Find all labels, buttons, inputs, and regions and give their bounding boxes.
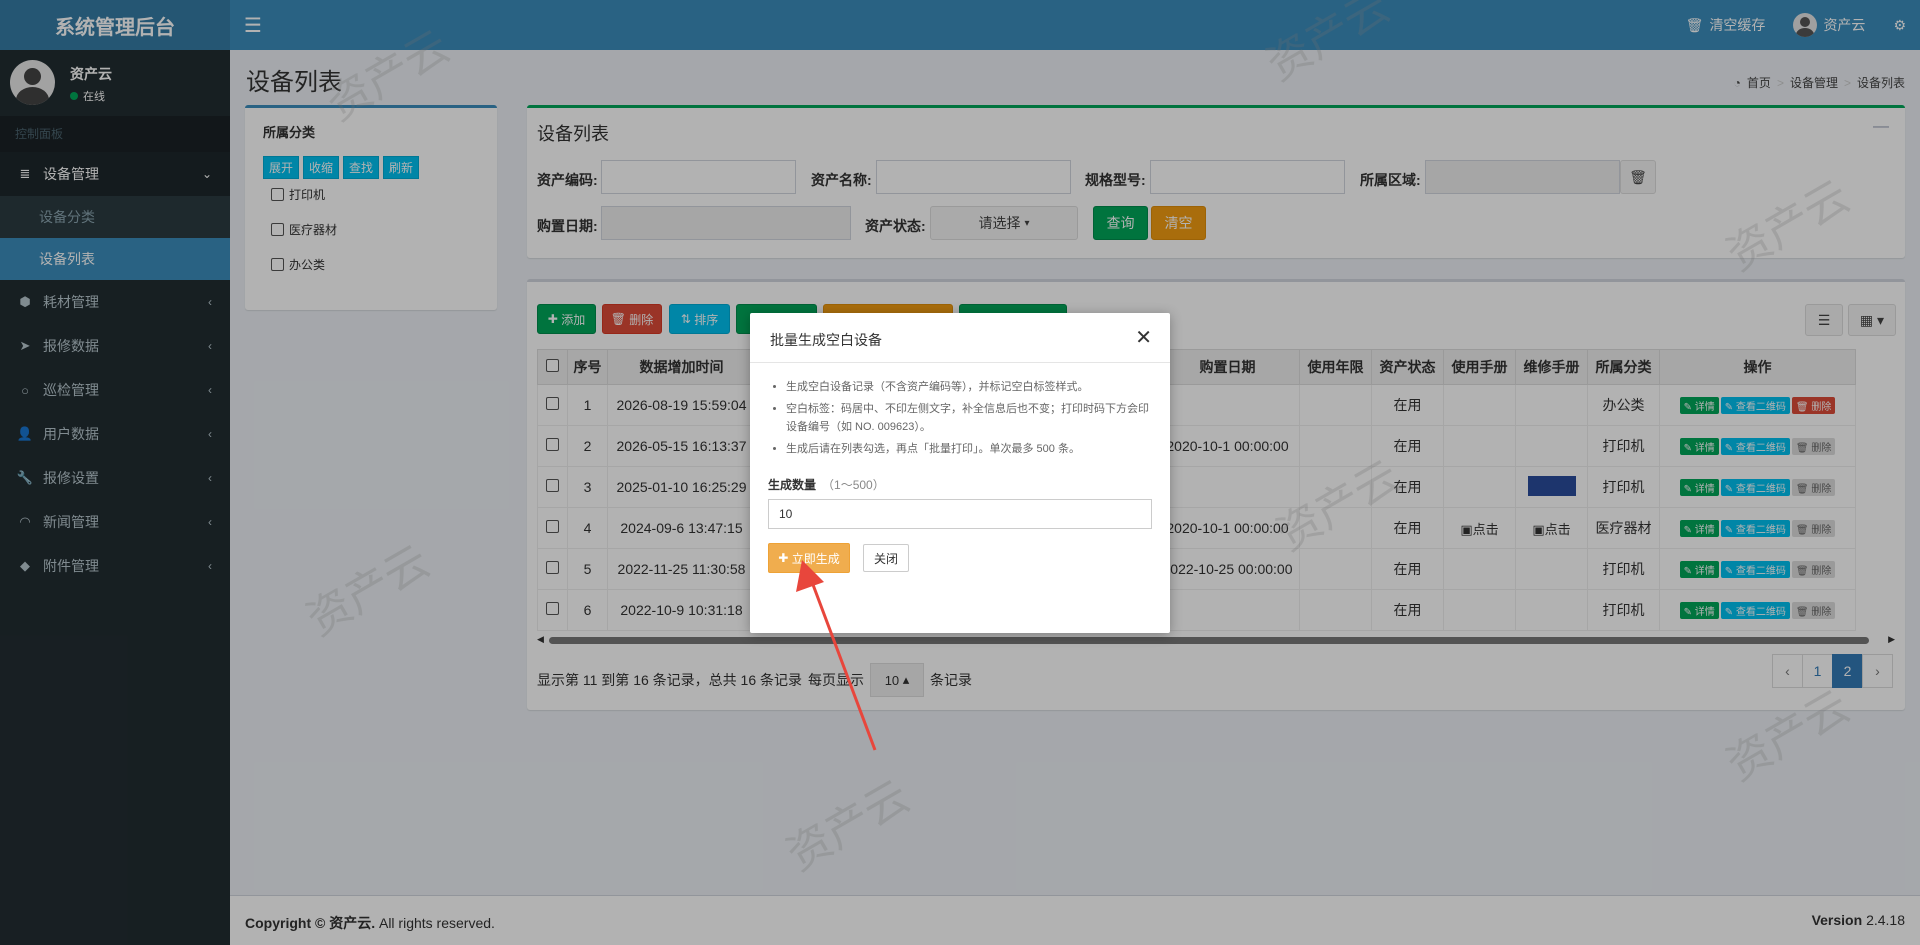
note-item: 空白标签：码居中、不印左侧文字，补全信息后也不变；打印时码下方会印设备编号（如 … [786, 400, 1156, 436]
modal-notes: 生成空白设备记录（不含资产编码等），并标记空白标签样式。 空白标签：码居中、不印… [786, 378, 1156, 462]
note-item: 生成后请在列表勾选，再点「批量打印」。单次最多 500 条。 [786, 440, 1156, 458]
close-icon[interactable]: ✕ [1135, 325, 1152, 350]
note-item: 生成空白设备记录（不含资产编码等），并标记空白标签样式。 [786, 378, 1156, 396]
quantity-input[interactable]: 10 [768, 499, 1152, 529]
modal-header: 批量生成空白设备 ✕ [750, 313, 1170, 363]
quantity-label: 生成数量 （1〜500） [768, 478, 885, 492]
plus-icon: ✚ [778, 551, 789, 565]
modal-title: 批量生成空白设备 [770, 332, 882, 348]
annotation-arrow [796, 560, 877, 751]
